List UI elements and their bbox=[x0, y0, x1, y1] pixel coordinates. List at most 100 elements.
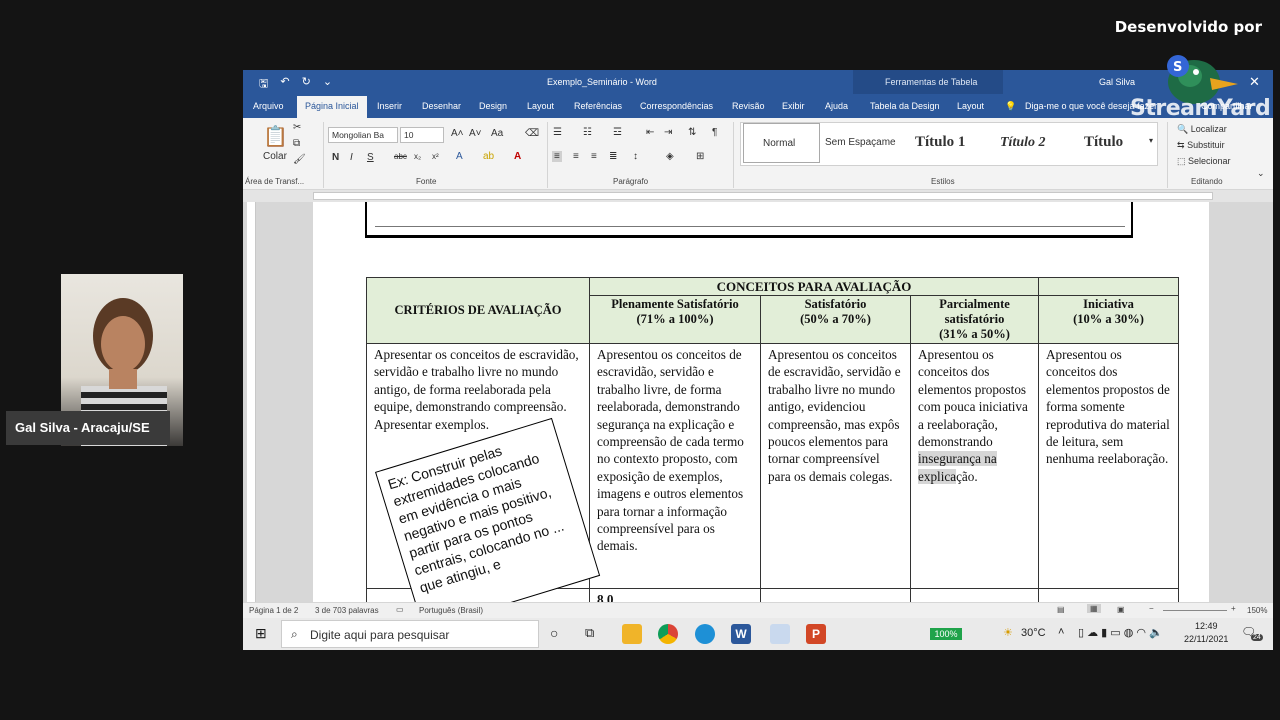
align-right-icon[interactable]: ≡ bbox=[591, 151, 597, 162]
highlight-icon[interactable]: ab bbox=[483, 151, 494, 162]
strikethrough-icon[interactable]: abc bbox=[394, 152, 407, 161]
increase-indent-icon[interactable]: ⇥ bbox=[664, 127, 672, 138]
score-cell[interactable]: 8,0 bbox=[589, 587, 761, 602]
zoom-out-icon[interactable]: − bbox=[1149, 604, 1154, 613]
tray-chevron-icon[interactable]: ˄ bbox=[1058, 626, 1064, 638]
plenamente-cell[interactable]: Apresentou os conceitos de escravidão, s… bbox=[589, 343, 761, 589]
undo-icon[interactable]: ↶ bbox=[280, 75, 289, 94]
web-layout-icon[interactable]: ▣ bbox=[1117, 605, 1125, 614]
format-painter-icon[interactable]: 🖌 bbox=[293, 154, 306, 165]
align-left-icon[interactable]: ≡ bbox=[552, 151, 562, 162]
parcialmente-cell[interactable]: Apresentou os conceitos dos elementos pr… bbox=[910, 343, 1039, 589]
replace-button[interactable]: ⇆ Substituir bbox=[1177, 140, 1225, 151]
grow-font-icon[interactable]: A˄ bbox=[451, 128, 464, 139]
task-view-icon[interactable]: ⧉ bbox=[585, 625, 594, 641]
sort-icon[interactable]: ⇅ bbox=[688, 127, 696, 138]
save-icon[interactable]: 🖫 bbox=[259, 75, 268, 94]
tab-design[interactable]: Design bbox=[479, 101, 507, 111]
shrink-font-icon[interactable]: A˅ bbox=[469, 128, 482, 139]
numbering-icon[interactable]: ☷ bbox=[583, 127, 592, 138]
subscript-icon[interactable]: x₂ bbox=[414, 152, 421, 161]
text-effects-icon[interactable]: A bbox=[456, 151, 463, 162]
taskbar-search[interactable]: ⌕ Digite aqui para pesquisar bbox=[281, 620, 539, 648]
change-case-icon[interactable]: Aa bbox=[491, 128, 503, 139]
battery-indicator[interactable]: 100% bbox=[930, 628, 962, 640]
style-normal[interactable]: Normal bbox=[743, 123, 820, 163]
tab-revisao[interactable]: Revisão bbox=[732, 101, 765, 111]
score-empty-cell[interactable] bbox=[1038, 587, 1179, 602]
tab-layout[interactable]: Layout bbox=[527, 101, 554, 111]
pilcrow-icon[interactable]: ¶ bbox=[712, 127, 717, 138]
focus-mode-icon[interactable]: ▤ bbox=[1057, 605, 1065, 614]
paste-label[interactable]: Colar bbox=[263, 151, 287, 162]
bold-icon[interactable]: N bbox=[332, 152, 339, 163]
tab-inserir[interactable]: Inserir bbox=[377, 101, 402, 111]
page-count[interactable]: Página 1 de 2 bbox=[249, 606, 298, 615]
style-heading-1[interactable]: Título 1 bbox=[915, 123, 965, 163]
table-tools-context: Ferramentas de Tabela bbox=[853, 70, 1003, 94]
satisfatorio-cell[interactable]: Apresentou os conceitos de escravidão, s… bbox=[760, 343, 911, 589]
style-heading-2[interactable]: Título 2 bbox=[1000, 123, 1046, 163]
file-explorer-icon[interactable] bbox=[622, 624, 642, 644]
tab-desenhar[interactable]: Desenhar bbox=[422, 101, 461, 111]
borders-icon[interactable]: ⊞ bbox=[696, 151, 704, 162]
document-page[interactable]: CRITÉRIOS DE AVALIAÇÃO CONCEITOS PARA AV… bbox=[313, 202, 1209, 602]
styles-more-icon[interactable]: ▾ bbox=[1149, 136, 1153, 145]
clock-time[interactable]: 12:49 bbox=[1195, 621, 1218, 631]
tab-ajuda[interactable]: Ajuda bbox=[825, 101, 848, 111]
decrease-indent-icon[interactable]: ⇤ bbox=[646, 127, 654, 138]
tab-referencias[interactable]: Referências bbox=[574, 101, 622, 111]
font-size-select[interactable]: 10 bbox=[400, 127, 444, 143]
bullets-icon[interactable]: ☰ bbox=[553, 127, 562, 138]
tab-arquivo[interactable]: Arquivo bbox=[253, 101, 284, 111]
horizontal-ruler[interactable] bbox=[243, 190, 1273, 202]
windows-start-icon[interactable]: ⊞ bbox=[255, 625, 267, 642]
paint-icon[interactable] bbox=[770, 624, 790, 644]
select-button[interactable]: ⬚ Selecionar bbox=[1177, 156, 1231, 167]
italic-icon[interactable]: I bbox=[350, 152, 353, 163]
tab-exibir[interactable]: Exibir bbox=[782, 101, 805, 111]
cortana-icon[interactable]: ○ bbox=[550, 625, 558, 641]
zoom-level[interactable]: 150% bbox=[1247, 606, 1267, 615]
shading-icon[interactable]: ◈ bbox=[666, 151, 674, 162]
paste-icon[interactable]: 📋 bbox=[263, 124, 288, 149]
iniciativa-cell[interactable]: Apresentou os conceitos dos elementos pr… bbox=[1038, 343, 1179, 589]
clock-date[interactable]: 22/11/2021 bbox=[1184, 634, 1228, 644]
proofing-icon[interactable]: ▭ bbox=[396, 605, 404, 614]
tray-icons[interactable]: ▯ ☁ ▮ ▭ ◍ ◠ 🔈 bbox=[1078, 626, 1163, 639]
vertical-ruler[interactable] bbox=[247, 202, 256, 602]
line-spacing-icon[interactable]: ↕ bbox=[633, 151, 638, 162]
underline-icon[interactable]: S bbox=[367, 152, 374, 163]
zoom-in-icon[interactable]: + bbox=[1231, 604, 1236, 613]
tab-table-layout[interactable]: Layout bbox=[957, 101, 984, 111]
tab-correspondencias[interactable]: Correspondências bbox=[640, 101, 713, 111]
language[interactable]: Português (Brasil) bbox=[419, 606, 483, 615]
print-layout-icon[interactable]: ▦ bbox=[1087, 604, 1101, 613]
tab-pagina-inicial[interactable]: Página Inicial bbox=[297, 96, 367, 118]
powerpoint-icon[interactable]: P bbox=[806, 624, 826, 644]
zoom-slider[interactable] bbox=[1163, 610, 1227, 611]
align-center-icon[interactable]: ≡ bbox=[573, 151, 579, 162]
word-app-icon[interactable]: W bbox=[731, 624, 751, 644]
multilevel-list-icon[interactable]: ☲ bbox=[613, 127, 622, 138]
font-color-icon[interactable]: A bbox=[514, 151, 521, 162]
customize-qat-icon[interactable]: ⌄ bbox=[323, 75, 332, 94]
word-count[interactable]: 3 de 703 palavras bbox=[315, 606, 379, 615]
collapse-ribbon-icon[interactable]: ⌄ bbox=[1257, 168, 1265, 179]
style-title[interactable]: Título bbox=[1084, 123, 1123, 163]
score-empty-cell[interactable] bbox=[910, 587, 1039, 602]
cut-icon[interactable]: ✂ bbox=[293, 122, 301, 133]
weather-icon[interactable]: ☀ bbox=[1003, 626, 1013, 639]
edge-icon[interactable] bbox=[695, 624, 715, 644]
copy-icon[interactable]: ⧉ bbox=[293, 138, 300, 149]
weather-temp[interactable]: 30°C bbox=[1021, 627, 1046, 639]
style-no-spacing[interactable]: Sem Espaçame bbox=[825, 123, 896, 163]
superscript-icon[interactable]: x² bbox=[432, 152, 439, 161]
justify-icon[interactable]: ≣ bbox=[609, 151, 617, 162]
score-empty-cell[interactable] bbox=[760, 587, 911, 602]
font-name-select[interactable]: Mongolian Ba bbox=[328, 127, 398, 143]
redo-icon[interactable]: ↻ bbox=[302, 75, 311, 94]
clear-format-icon[interactable]: ⌫ bbox=[525, 128, 539, 139]
tab-tabela-design[interactable]: Tabela da Design bbox=[870, 101, 940, 111]
chrome-icon[interactable] bbox=[658, 624, 678, 644]
